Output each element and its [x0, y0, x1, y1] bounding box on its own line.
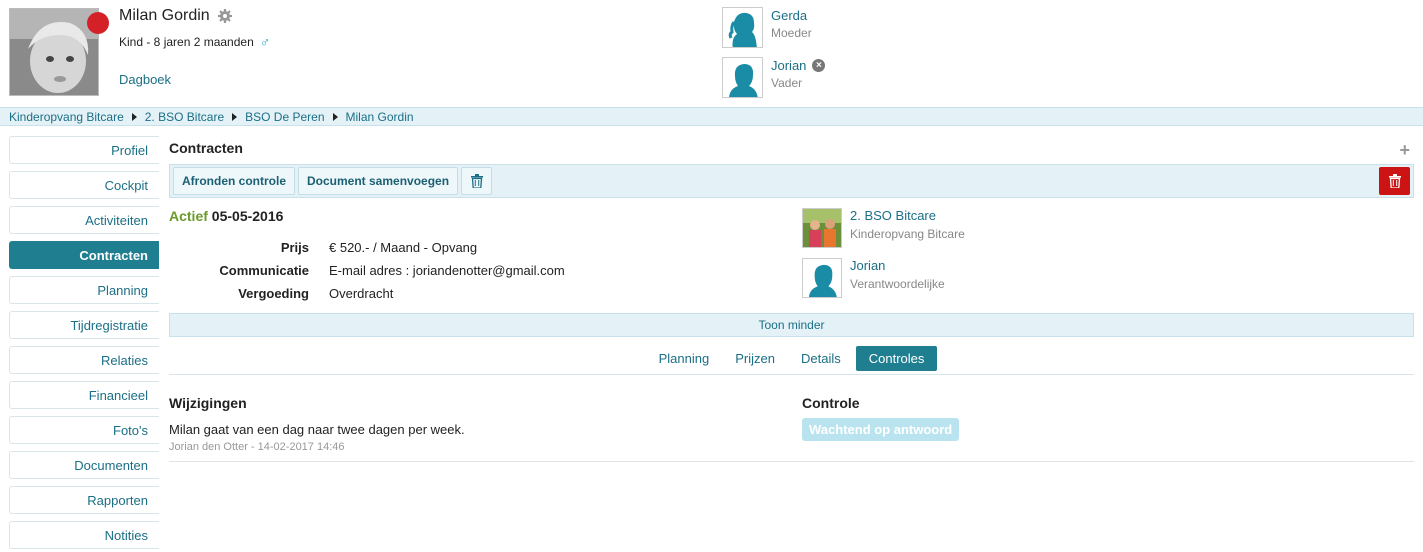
- show-less-toggle[interactable]: Toon minder: [169, 313, 1414, 337]
- male-icon: ♂: [259, 34, 271, 50]
- control-title: Controle: [802, 395, 860, 411]
- change-meta: Jorian den Otter - 14-02-2017 14:46: [169, 441, 345, 453]
- child-header: Milan Gordin Kind - 8 jaren 2 maanden ♂ …: [0, 0, 1423, 107]
- trash-button[interactable]: [461, 167, 493, 195]
- parent-role: Moeder: [771, 26, 812, 40]
- detail-label: Communicatie: [219, 263, 309, 278]
- sidebar-item-activiteiten[interactable]: Activiteiten: [9, 206, 159, 234]
- male-avatar-icon: [802, 258, 842, 298]
- sidebar-item-profiel[interactable]: Profiel: [9, 136, 159, 164]
- detail-value: Overdracht: [329, 286, 394, 301]
- child-photo[interactable]: [9, 8, 99, 96]
- status-active: Actief: [169, 208, 208, 224]
- changes-title: Wijzigingen: [169, 395, 247, 411]
- control-status-badge: Wachtend op antwoord: [802, 418, 960, 441]
- contract-details: Prijs € 520.- / Maand - Opvang Communica…: [169, 236, 565, 305]
- responsible-sub: Verantwoordelijke: [850, 277, 945, 291]
- breadcrumb-item[interactable]: BSO De Peren: [245, 110, 324, 124]
- delete-contract-button[interactable]: [1379, 167, 1410, 195]
- detail-label: Prijs: [280, 240, 309, 255]
- child-name: Milan Gordin: [119, 7, 210, 24]
- sidebar-item-tijdregistratie[interactable]: Tijdregistratie: [9, 311, 159, 339]
- location-sub: Kinderopvang Bitcare: [850, 227, 965, 241]
- sidebar-item-documenten[interactable]: Documenten: [9, 451, 159, 479]
- parent-role: Vader: [771, 76, 803, 90]
- parent-name[interactable]: Jorian: [771, 58, 806, 73]
- detail-row: Prijs € 520.- / Maand - Opvang: [169, 236, 565, 259]
- responsible-name[interactable]: Jorian: [850, 258, 945, 273]
- tab-prijzen[interactable]: Prijzen: [722, 346, 788, 371]
- detail-row: Vergoeding Overdracht: [169, 282, 565, 305]
- sidebar-item-relaties[interactable]: Relaties: [9, 346, 159, 374]
- contract-toolbar: Afronden controle Document samenvoegen: [169, 164, 1414, 198]
- detail-value: € 520.- / Maand - Opvang: [329, 240, 478, 255]
- plus-icon[interactable]: +: [1399, 138, 1410, 162]
- diary-link[interactable]: Dagboek: [119, 72, 171, 87]
- location-entity[interactable]: 2. BSO Bitcare Kinderopvang Bitcare: [802, 208, 965, 248]
- sidebar-item-cockpit[interactable]: Cockpit: [9, 171, 159, 199]
- tab-details[interactable]: Details: [788, 346, 854, 371]
- sidebar-item-planning[interactable]: Planning: [9, 276, 159, 304]
- gear-icon[interactable]: [217, 9, 232, 23]
- change-text: Milan gaat van een dag naar twee dagen p…: [169, 422, 465, 437]
- contract-date: 05-05-2016: [211, 208, 284, 224]
- tab-controles[interactable]: Controles: [855, 346, 938, 371]
- female-avatar-icon: [722, 7, 763, 48]
- section-title-text: Contracten: [169, 140, 243, 156]
- child-subtitle-row: Kind - 8 jaren 2 maanden ♂: [119, 34, 270, 50]
- merge-document-button[interactable]: Document samenvoegen: [298, 167, 459, 195]
- breadcrumb-item[interactable]: Kinderopvang Bitcare: [9, 110, 124, 124]
- child-subtitle: Kind - 8 jaren 2 maanden: [119, 35, 254, 49]
- breadcrumb-arrow-icon: [131, 112, 137, 121]
- parent-gerda[interactable]: Gerda Moeder: [722, 7, 812, 48]
- breadcrumb-arrow-icon: [232, 112, 238, 121]
- status-indicator: [87, 12, 109, 34]
- breadcrumb-item[interactable]: Milan Gordin: [346, 110, 414, 124]
- trash-icon: [470, 174, 483, 188]
- sidebar-item-rapporten[interactable]: Rapporten: [9, 486, 159, 514]
- sidebar-item-contracten[interactable]: Contracten: [9, 241, 159, 269]
- sidebar-item-fotos[interactable]: Foto's: [9, 416, 159, 444]
- male-avatar-icon: [722, 57, 763, 98]
- trash-icon: [1388, 174, 1401, 188]
- finish-check-button[interactable]: Afronden controle: [173, 167, 295, 195]
- breadcrumb: Kinderopvang Bitcare 2. BSO Bitcare BSO …: [0, 107, 1423, 126]
- divider: [169, 461, 1414, 462]
- tab-planning[interactable]: Planning: [646, 346, 723, 371]
- breadcrumb-arrow-icon: [332, 112, 338, 121]
- sidebar-item-notities[interactable]: Notities: [9, 521, 159, 549]
- location-photo: [802, 208, 842, 248]
- child-name-row: Milan Gordin: [119, 7, 232, 25]
- breadcrumb-item[interactable]: 2. BSO Bitcare: [145, 110, 224, 124]
- contract-panel: Contracten + Afronden controle Document …: [169, 136, 1414, 462]
- location-name[interactable]: 2. BSO Bitcare: [850, 208, 965, 223]
- detail-row: Communicatie E-mail adres : joriandenott…: [169, 259, 565, 282]
- remove-icon[interactable]: ×: [812, 59, 826, 72]
- sidebar-item-financieel[interactable]: Financieel: [9, 381, 159, 409]
- responsible-entity[interactable]: Jorian Verantwoordelijke: [802, 258, 945, 298]
- sidebar: Profiel Cockpit Activiteiten Contracten …: [9, 136, 159, 552]
- section-title: Contracten +: [169, 136, 1414, 160]
- detail-value: E-mail adres : joriandenotter@gmail.com: [329, 263, 565, 278]
- parent-jorian[interactable]: Jorian × Vader: [722, 57, 826, 98]
- contract-status-line: Actief 05-05-2016: [169, 208, 283, 224]
- contract-tabs: Planning Prijzen Details Controles: [169, 346, 1414, 375]
- parent-name[interactable]: Gerda: [771, 8, 807, 23]
- detail-label: Vergoeding: [238, 286, 309, 301]
